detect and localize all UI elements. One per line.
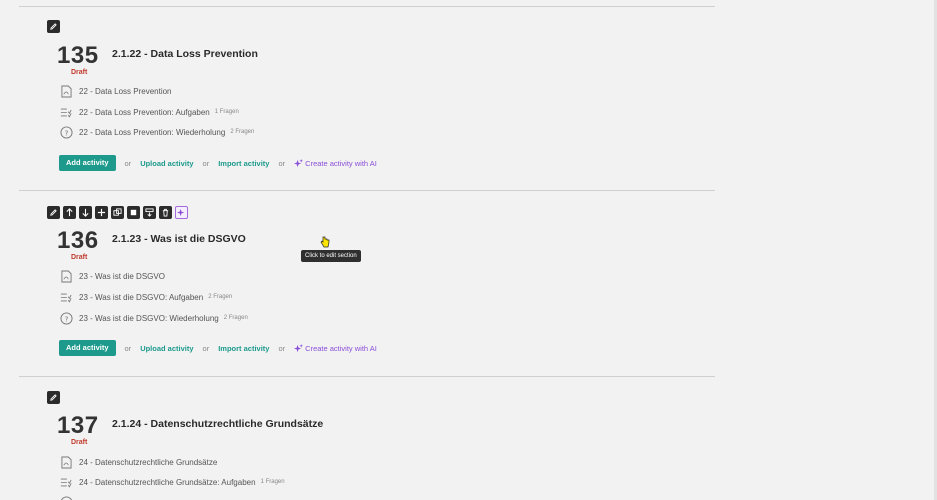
pencil-icon xyxy=(50,394,57,401)
add-activity-button[interactable]: Add activity xyxy=(59,340,116,356)
status-badge: Draft xyxy=(71,69,88,76)
section-toolbar xyxy=(47,20,60,33)
question-count: 1 Fragen xyxy=(214,109,239,115)
course-sections-page: 135 Draft 2.1.22 - Data Loss Prevention … xyxy=(0,0,937,500)
split-section-button[interactable] xyxy=(143,206,156,219)
status-badge: Draft xyxy=(71,439,88,446)
edit-section-button[interactable] xyxy=(47,20,60,33)
activity-label: 24 - Datenschutzrechtliche Grundsätze xyxy=(79,457,218,467)
activity-item[interactable]: 24 - Datenschutzrechtliche Grundsätze xyxy=(59,454,217,470)
section-number: 137 xyxy=(57,412,99,439)
question-circle-icon xyxy=(59,495,73,500)
ai-assist-button[interactable] xyxy=(175,206,188,219)
section-divider xyxy=(19,376,715,377)
activity-label: 22 - Data Loss Prevention xyxy=(79,86,172,96)
trash-icon xyxy=(162,208,169,217)
arrow-down-icon xyxy=(82,208,89,217)
activity-actions: Add activity or Upload activity or Impor… xyxy=(59,340,377,356)
activity-label: 22 - Data Loss Prevention: Wiederholung xyxy=(79,127,226,137)
activity-actions: Add activity or Upload activity or Impor… xyxy=(59,155,377,171)
sparkle-icon xyxy=(294,158,304,167)
pdf-icon xyxy=(59,84,73,98)
arrow-up-icon xyxy=(66,208,73,217)
create-activity-ai-link[interactable]: Create activity with AI xyxy=(294,158,377,168)
tooltip: Click to edit section xyxy=(301,250,361,262)
checklist-icon xyxy=(59,105,73,119)
clone-icon xyxy=(130,209,137,216)
section-toolbar xyxy=(47,391,60,404)
hand-pointer-icon xyxy=(320,236,330,248)
or-separator: or xyxy=(278,343,286,353)
sparkle-icon xyxy=(177,208,185,217)
activity-item[interactable] xyxy=(59,494,79,500)
svg-text:?: ? xyxy=(64,314,68,323)
pdf-icon xyxy=(59,455,73,469)
section-title[interactable]: 2.1.22 - Data Loss Prevention xyxy=(112,48,258,60)
section-toolbar xyxy=(47,206,188,219)
pencil-icon xyxy=(50,23,57,30)
create-activity-ai-label: Create activity with AI xyxy=(305,343,377,353)
activity-label: 23 - Was ist die DSGVO: Aufgaben xyxy=(79,292,204,302)
upload-activity-link[interactable]: Upload activity xyxy=(140,159,193,168)
or-separator: or xyxy=(278,158,286,168)
plus-icon xyxy=(97,208,106,217)
activity-item[interactable]: 22 - Data Loss Prevention: Aufgaben 1 Fr… xyxy=(59,104,239,120)
section-divider xyxy=(19,190,715,191)
activity-item[interactable]: ? 23 - Was ist die DSGVO: Wiederholung 2… xyxy=(59,310,248,326)
activity-label: 23 - Was ist die DSGVO xyxy=(79,271,165,281)
question-count: 1 Fragen xyxy=(260,479,285,485)
section-number: 136 xyxy=(57,227,99,254)
move-down-button[interactable] xyxy=(79,206,92,219)
import-activity-link[interactable]: Import activity xyxy=(218,159,269,168)
edit-section-button[interactable] xyxy=(47,206,60,219)
checklist-icon xyxy=(59,475,73,489)
question-circle-icon: ? xyxy=(59,311,73,325)
section-number: 135 xyxy=(57,42,99,69)
activity-item[interactable]: 24 - Datenschutzrechtliche Grundsätze: A… xyxy=(59,474,285,490)
question-count: 2 Fragen xyxy=(208,294,233,300)
section-divider xyxy=(19,6,715,7)
import-activity-link[interactable]: Import activity xyxy=(218,344,269,353)
pencil-icon xyxy=(50,209,57,216)
create-activity-ai-label: Create activity with AI xyxy=(305,158,377,168)
activity-item[interactable]: 23 - Was ist die DSGVO xyxy=(59,268,165,284)
activity-label: 23 - Was ist die DSGVO: Wiederholung xyxy=(79,313,219,323)
activity-item[interactable]: 23 - Was ist die DSGVO: Aufgaben 2 Frage… xyxy=(59,289,232,305)
activity-item[interactable]: ? 22 - Data Loss Prevention: Wiederholun… xyxy=(59,124,254,140)
add-activity-button[interactable]: Add activity xyxy=(59,155,116,171)
activity-label: 24 - Datenschutzrechtliche Grundsätze: A… xyxy=(79,477,256,487)
section-title[interactable]: 2.1.23 - Was ist die DSGVO xyxy=(112,233,246,245)
status-badge: Draft xyxy=(71,254,88,261)
duplicate-button[interactable] xyxy=(111,206,124,219)
or-separator: or xyxy=(124,158,132,168)
question-count: 2 Fragen xyxy=(230,129,255,135)
upload-activity-link[interactable]: Upload activity xyxy=(140,344,193,353)
sparkle-icon xyxy=(294,343,304,352)
split-icon xyxy=(145,208,154,217)
copy-icon xyxy=(113,208,122,216)
pdf-icon xyxy=(59,269,73,283)
move-up-button[interactable] xyxy=(63,206,76,219)
question-circle-icon: ? xyxy=(59,125,73,139)
delete-section-button[interactable] xyxy=(159,206,172,219)
create-activity-ai-link[interactable]: Create activity with AI xyxy=(294,343,377,353)
edit-section-button[interactable] xyxy=(47,391,60,404)
checklist-icon xyxy=(59,290,73,304)
or-separator: or xyxy=(124,343,132,353)
section-title[interactable]: 2.1.24 - Datenschutzrechtliche Grundsätz… xyxy=(112,418,323,430)
copy-button[interactable] xyxy=(127,206,140,219)
or-separator: or xyxy=(202,158,210,168)
svg-text:?: ? xyxy=(64,128,68,137)
activity-item[interactable]: 22 - Data Loss Prevention xyxy=(59,83,172,99)
or-separator: or xyxy=(202,343,210,353)
activity-label: 22 - Data Loss Prevention: Aufgaben xyxy=(79,107,210,117)
add-section-button[interactable] xyxy=(95,206,108,219)
question-count: 2 Fragen xyxy=(223,315,248,321)
